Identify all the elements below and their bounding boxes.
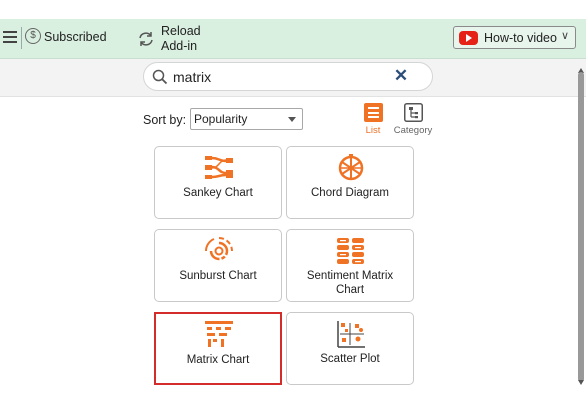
menu-icon[interactable] (3, 31, 17, 43)
chart-card-scatter[interactable]: Scatter Plot (286, 312, 414, 385)
chart-card-sankey[interactable]: Sankey Chart (154, 146, 282, 219)
scatter-icon (337, 321, 365, 348)
reload-addin-button[interactable]: Reload Add-in (161, 24, 201, 54)
reload-icon[interactable] (137, 30, 155, 48)
list-view-label: List (365, 125, 381, 136)
view-category-toggle[interactable]: Category (391, 103, 435, 137)
sort-selected-value: Popularity (194, 112, 248, 126)
sentiment-matrix-icon (337, 238, 364, 264)
search-band: ✕ (0, 59, 586, 97)
chart-card-label: Scatter Plot (320, 353, 380, 365)
scroll-thumb[interactable] (578, 72, 584, 382)
category-view-icon (403, 103, 423, 122)
chart-card-chord[interactable]: Chord Diagram (286, 146, 414, 219)
chart-card-sentiment-matrix[interactable]: Sentiment Matrix Chart (286, 229, 414, 302)
sort-by-label: Sort by: (143, 113, 187, 127)
toolbar: $ Subscribed Reload Add-in How-to video … (0, 19, 586, 59)
search-icon (152, 69, 168, 85)
chord-icon (338, 154, 364, 181)
toolbar-divider (21, 27, 22, 49)
sankey-icon (205, 156, 233, 179)
chart-card-label: Sentiment Matrix Chart (306, 270, 394, 296)
category-view-label: Category (393, 125, 433, 136)
matrix-icon (205, 321, 233, 347)
sunburst-icon (205, 237, 233, 261)
chart-card-matrix[interactable]: Matrix Chart (154, 312, 282, 385)
how-to-video-label: How-to video (484, 31, 557, 45)
clear-search-icon[interactable]: ✕ (392, 67, 410, 85)
chart-card-label: Matrix Chart (186, 354, 250, 366)
how-to-video-button[interactable]: How-to video ∨ (453, 26, 576, 49)
reload-line2: Add-in (161, 39, 198, 53)
search-box[interactable]: ✕ (143, 62, 433, 91)
scroll-down-arrow[interactable] (578, 380, 584, 385)
chart-card-sunburst[interactable]: Sunburst Chart (154, 229, 282, 302)
chevron-down-icon: ∨ (561, 30, 570, 42)
list-view-icon (363, 103, 383, 122)
chart-card-label: Chord Diagram (311, 187, 389, 199)
youtube-icon (459, 31, 478, 45)
sort-dropdown[interactable]: Popularity (190, 108, 303, 130)
chart-card-label: Sankey Chart (183, 187, 253, 199)
chart-card-label: Sunburst Chart (179, 270, 257, 282)
dollar-icon: $ (25, 28, 41, 44)
search-input[interactable] (173, 68, 393, 86)
top-strip (0, 0, 586, 19)
dropdown-caret-icon (288, 117, 296, 122)
reload-line1: Reload (161, 24, 201, 38)
subscribed-status: Subscribed (44, 30, 107, 44)
vertical-scrollbar[interactable] (578, 60, 586, 390)
view-list-toggle[interactable]: List (359, 103, 387, 137)
